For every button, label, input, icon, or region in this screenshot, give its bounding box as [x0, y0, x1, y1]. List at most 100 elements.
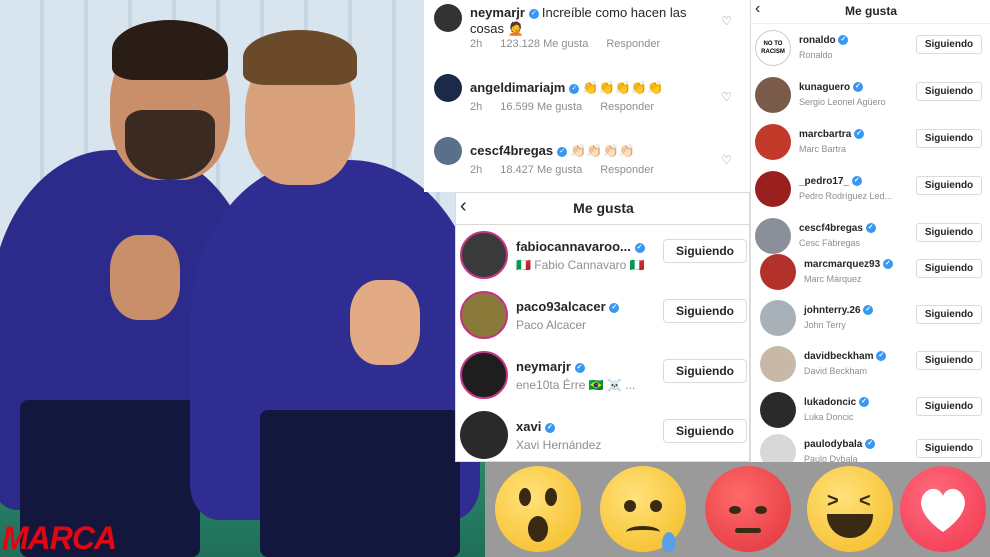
- like-username[interactable]: fabiocannavaroo... ✓: [516, 239, 648, 254]
- verified-icon: ✓: [544, 422, 555, 433]
- like-username[interactable]: marcbartra ✓: [799, 129, 867, 140]
- avatar[interactable]: [755, 218, 791, 254]
- comment-body: 👏👏👏👏👏: [582, 80, 664, 95]
- verified-icon: ✓: [569, 83, 580, 94]
- like-fullname: ene10ta Érre 🇧🇷 ☠️ ...: [516, 378, 636, 392]
- avatar[interactable]: [434, 4, 462, 32]
- like-username[interactable]: _pedro17_ ✓: [799, 176, 865, 187]
- likes-panel-middle: ‹ Me gusta fabiocannavaroo... ✓ 🇮🇹 Fabio…: [455, 192, 751, 462]
- list-item: kunaguero ✓ Sergio Leonel Agüero Siguien…: [751, 73, 990, 119]
- comment-text: angeldimariajm ✓ 👏👏👏👏👏: [470, 80, 710, 96]
- like-username[interactable]: lukadoncic ✓: [804, 397, 872, 408]
- heart-icon[interactable]: ♡: [721, 90, 732, 104]
- username-text: paco93alcacer: [516, 299, 606, 314]
- heart-icon[interactable]: ♡: [721, 14, 732, 28]
- following-button[interactable]: Siguiendo: [916, 35, 982, 54]
- following-button[interactable]: Siguiendo: [916, 259, 982, 278]
- following-button[interactable]: Siguiendo: [916, 129, 982, 148]
- comment-likes[interactable]: 123.128 Me gusta: [500, 38, 588, 50]
- like-fullname: Marc Márquez: [804, 274, 862, 284]
- like-username[interactable]: ronaldo ✓: [799, 35, 851, 46]
- following-button[interactable]: Siguiendo: [916, 305, 982, 324]
- username-text: marcbartra: [799, 129, 852, 140]
- following-button[interactable]: Siguiendo: [916, 176, 982, 195]
- comment-likes[interactable]: 16.599 Me gusta: [500, 101, 582, 113]
- verified-icon: ✓: [882, 259, 893, 270]
- avatar[interactable]: [760, 300, 796, 336]
- list-item: NO TO RACISM ronaldo ✓ Ronaldo Siguiendo: [751, 26, 990, 72]
- like-username[interactable]: marcmarquez93 ✓: [804, 259, 896, 270]
- verified-icon: ✓: [609, 302, 620, 313]
- like-username[interactable]: paco93alcacer ✓: [516, 299, 622, 314]
- likes-title: Me gusta: [844, 4, 897, 18]
- comment-time: 2h: [470, 101, 483, 113]
- reply-button[interactable]: Responder: [600, 164, 654, 176]
- reactions-strip: > <: [485, 462, 990, 557]
- comment-username[interactable]: angeldimariajm: [470, 80, 565, 95]
- following-button[interactable]: Siguiendo: [916, 439, 982, 458]
- avatar[interactable]: [755, 77, 791, 113]
- like-username[interactable]: cescf4bregas ✓: [799, 223, 879, 234]
- list-item: xavi ✓ Xavi Hernández Siguiendo: [456, 407, 751, 467]
- player-left-beard: [125, 110, 215, 180]
- username-text: cescf4bregas: [799, 223, 863, 234]
- like-username[interactable]: johnterry.26 ✓: [804, 305, 876, 316]
- avatar[interactable]: [760, 434, 796, 462]
- like-fullname: Paco Alcacer: [516, 318, 587, 332]
- list-item: _pedro17_ ✓ Pedro Rodríguez Led... Sigui…: [751, 167, 990, 213]
- following-button[interactable]: Siguiendo: [916, 397, 982, 416]
- following-button[interactable]: Siguiendo: [663, 299, 747, 323]
- avatar[interactable]: [460, 351, 508, 399]
- like-username[interactable]: paulodybala ✓: [804, 439, 878, 450]
- marca-watermark: MARCA: [2, 520, 117, 556]
- avatar[interactable]: [460, 411, 508, 459]
- following-button[interactable]: Siguiendo: [916, 351, 982, 370]
- avatar[interactable]: [460, 291, 508, 339]
- thumbs-up-right: [350, 280, 420, 365]
- player-right-hair: [243, 30, 357, 85]
- following-button[interactable]: Siguiendo: [663, 359, 747, 383]
- comment-username[interactable]: neymarjr: [470, 5, 525, 20]
- heart-icon[interactable]: ♡: [721, 153, 732, 167]
- comment-meta: 2h 18.427 Me gusta Responder: [470, 164, 672, 176]
- likes-header: ‹ Me gusta: [751, 0, 990, 24]
- thumbs-up-left: [110, 235, 180, 320]
- avatar[interactable]: [460, 231, 508, 279]
- like-fullname: Pedro Rodríguez Led...: [799, 191, 893, 201]
- comment-time: 2h: [470, 38, 483, 50]
- avatar[interactable]: [760, 254, 796, 290]
- like-fullname: Luka Doncic: [804, 412, 854, 422]
- avatar[interactable]: [760, 346, 796, 382]
- avatar[interactable]: [755, 124, 791, 160]
- reply-button[interactable]: Responder: [600, 101, 654, 113]
- verified-icon: ✓: [854, 129, 865, 140]
- wow-icon: [495, 466, 581, 552]
- no-to-racism-logo[interactable]: NO TO RACISM: [755, 30, 791, 66]
- comment-text: neymarjr ✓ Increíble como hacen las cosas …: [470, 5, 710, 37]
- username-text: paulodybala: [804, 439, 863, 450]
- comment-likes[interactable]: 18.427 Me gusta: [500, 164, 582, 176]
- comments-panel: neymarjr ✓ Increíble como hacen las cosas …: [424, 0, 750, 192]
- username-text: xavi: [516, 419, 542, 434]
- like-username[interactable]: davidbeckham ✓: [804, 351, 889, 362]
- player-left-hair: [112, 20, 228, 80]
- following-button[interactable]: Siguiendo: [663, 419, 747, 443]
- like-fullname: Marc Bartra: [799, 144, 847, 154]
- like-username[interactable]: kunaguero ✓: [799, 82, 866, 93]
- following-button[interactable]: Siguiendo: [916, 82, 982, 101]
- username-text: lukadoncic: [804, 397, 857, 408]
- avatar[interactable]: [434, 137, 462, 165]
- comment-text: cescf4bregas ✓ 👏🏻👏🏻👏🏻👏🏻: [470, 143, 710, 159]
- like-username[interactable]: neymarjr ✓: [516, 359, 588, 374]
- likes-header: ‹ Me gusta: [456, 193, 751, 225]
- like-username[interactable]: xavi ✓: [516, 419, 558, 434]
- avatar[interactable]: [755, 171, 791, 207]
- following-button[interactable]: Siguiendo: [916, 223, 982, 242]
- following-button[interactable]: Siguiendo: [663, 239, 747, 263]
- comment: angeldimariajm ✓ 👏👏👏👏👏 2h 16.599 Me gusta Re…: [424, 70, 750, 134]
- comment-username[interactable]: cescf4bregas: [470, 143, 553, 158]
- avatar[interactable]: [434, 74, 462, 102]
- list-item: lukadoncic ✓ Luka Doncic Siguiendo: [756, 388, 990, 434]
- reply-button[interactable]: Responder: [606, 38, 660, 50]
- avatar[interactable]: [760, 392, 796, 428]
